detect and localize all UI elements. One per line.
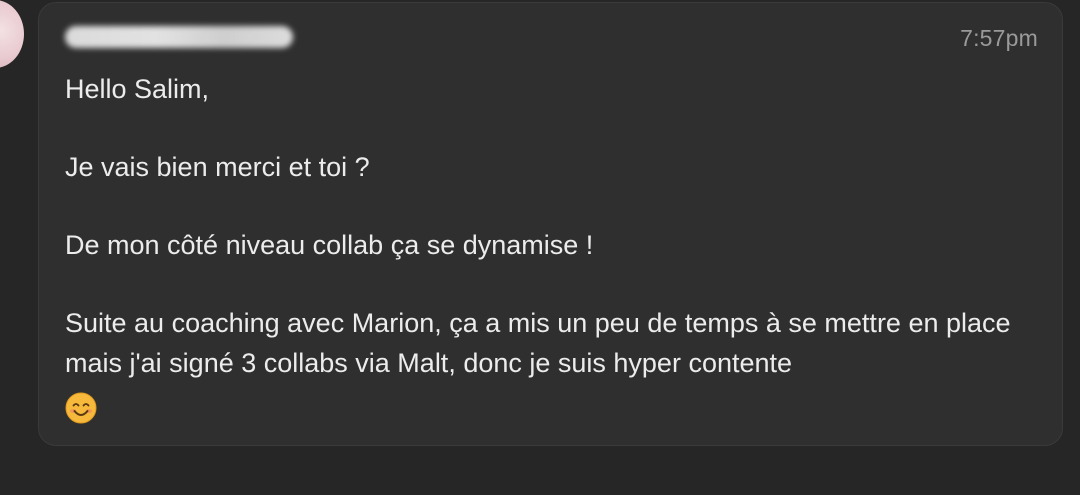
message-bubble: 7:57pm Hello Salim, Je vais bien merci e… bbox=[38, 2, 1063, 446]
avatar[interactable] bbox=[0, 0, 24, 68]
message-paragraph: De mon côté niveau collab ça se dynamise… bbox=[65, 230, 594, 260]
message-paragraph: Suite au coaching avec Marion, ça a mis … bbox=[65, 308, 1011, 378]
message-timestamp: 7:57pm bbox=[960, 25, 1038, 51]
sender-name[interactable] bbox=[65, 20, 293, 54]
message-paragraph: Je vais bien merci et toi ? bbox=[65, 152, 370, 182]
smiling-face-emoji-icon bbox=[65, 392, 97, 424]
message-body: Hello Salim, Je vais bien merci et toi ?… bbox=[65, 69, 1025, 424]
sender-name-redacted bbox=[65, 26, 293, 48]
message-paragraph: Hello Salim, bbox=[65, 74, 210, 104]
